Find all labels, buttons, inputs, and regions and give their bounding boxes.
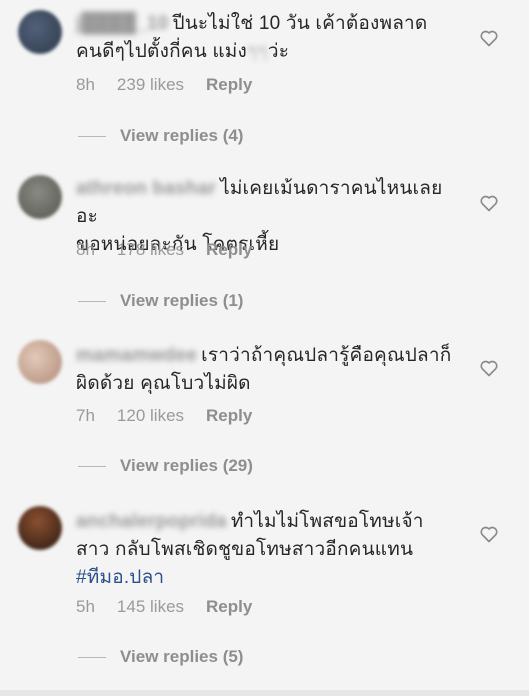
view-replies-button[interactable]: View replies (29) (78, 456, 253, 476)
divider-line (78, 465, 106, 467)
avatar[interactable] (18, 175, 62, 219)
heart-icon[interactable] (479, 28, 499, 48)
likes-count[interactable]: 120 likes (117, 406, 184, 426)
comment-line: ว่ะ (267, 41, 290, 62)
comment-username[interactable]: athreon bashar (76, 175, 216, 203)
comment-line: ทำไมไม่โพสขอโทษเจ้า (230, 511, 424, 532)
comment-username[interactable]: mamamwdee (76, 342, 197, 370)
comment-time: 5h (76, 597, 95, 616)
comment-text: j████_10 ปีนะไม่ใช่ 10 วัน เค้าต้องพลาด ค… (76, 10, 456, 66)
view-replies-label: View replies (5) (120, 647, 244, 666)
reply-button[interactable]: Reply (206, 406, 252, 426)
avatar[interactable] (18, 506, 62, 550)
hashtag-link[interactable]: #ทีมอ.ปลา (76, 567, 164, 588)
view-replies-button[interactable]: View replies (5) (78, 647, 243, 667)
avatar[interactable] (18, 340, 62, 384)
view-replies-label: View replies (1) (120, 291, 244, 310)
view-replies-button[interactable]: View replies (4) (78, 126, 243, 146)
view-replies-button[interactable]: View replies (1) (78, 291, 243, 311)
reply-button[interactable]: Reply (206, 597, 252, 617)
comment-meta: 5h 145 likes Reply (76, 597, 252, 617)
heart-icon[interactable] (479, 524, 499, 544)
comment-line: คนดีๆไปตั้งกี่คน แม่ง (76, 41, 248, 62)
comment-username[interactable]: j████_10 (76, 10, 168, 38)
view-replies-label: View replies (29) (120, 456, 253, 475)
heart-icon[interactable] (479, 358, 499, 378)
comment-text: mamamwdee เราว่าถ้าคุณปลารู้คือคุณปลาก็ ผ… (76, 342, 456, 398)
avatar[interactable] (18, 10, 62, 54)
view-replies-label: View replies (4) (120, 126, 244, 145)
bottom-edge (0, 690, 529, 696)
comment-meta: 8h 239 likes Reply (76, 75, 252, 95)
comment-meta: 8h 178 likes Reply (76, 240, 252, 260)
comment-time: 8h (76, 75, 95, 94)
comment-username[interactable]: anchalerpoprida (76, 508, 227, 536)
comment-time: 7h (76, 406, 95, 425)
comment-line: เราว่าถ้าคุณปลารู้คือคุณปลาก็ (201, 345, 452, 366)
likes-count[interactable]: 178 likes (117, 240, 184, 260)
likes-count[interactable]: 239 likes (117, 75, 184, 95)
divider-line (78, 135, 106, 137)
blurred-word: ๆๆ (247, 41, 268, 62)
likes-count[interactable]: 145 likes (117, 597, 184, 617)
comment-meta: 7h 120 likes Reply (76, 406, 252, 426)
comment-text: anchalerpoprida ทำไมไม่โพสขอโทษเจ้า สาว ก… (76, 508, 456, 592)
comment-line: ผิดด้วย คุณโบวไม่ผิด (76, 373, 251, 394)
comment-time: 8h (76, 240, 95, 259)
reply-button[interactable]: Reply (206, 240, 252, 260)
reply-button[interactable]: Reply (206, 75, 252, 95)
divider-line (78, 300, 106, 302)
heart-icon[interactable] (479, 193, 499, 213)
comment-line: สาว กลับโพสเชิดชูขอโทษสาวอีกคนแทน (76, 539, 414, 560)
divider-line (78, 656, 106, 658)
comment-line: ปีนะไม่ใช่ 10 วัน เค้าต้องพลาด (172, 13, 428, 34)
